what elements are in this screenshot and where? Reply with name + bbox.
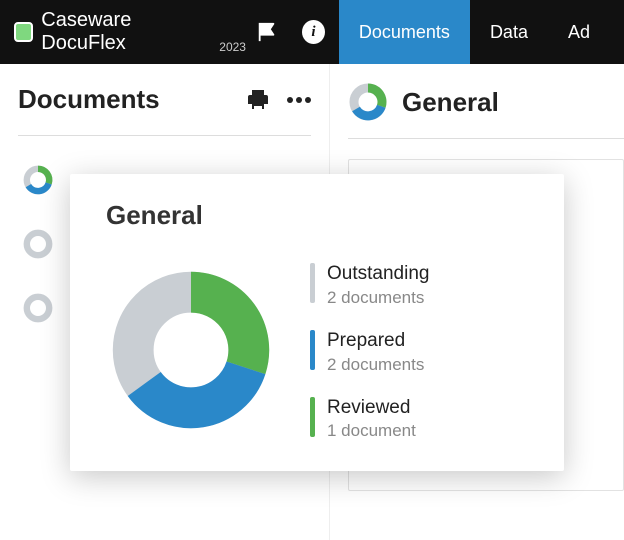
- legend-sub: 1 document: [327, 421, 416, 441]
- tab-data[interactable]: Data: [470, 0, 548, 64]
- main-donut-icon: [348, 82, 388, 122]
- legend-label: Reviewed: [327, 397, 416, 420]
- print-icon[interactable]: [245, 88, 271, 112]
- info-icon[interactable]: i: [302, 20, 325, 44]
- divider: [18, 135, 311, 136]
- legend-color-reviewed: [310, 397, 315, 437]
- group-donut-2[interactable]: [22, 228, 54, 260]
- flag-icon[interactable]: [256, 21, 278, 43]
- legend-sub: 2 documents: [327, 355, 424, 375]
- legend-sub: 2 documents: [327, 288, 429, 308]
- nav-tabs: Documents Data Ad: [339, 0, 610, 64]
- status-donut-chart: [106, 265, 276, 435]
- legend-label: Outstanding: [327, 263, 429, 286]
- legend-color-outstanding: [310, 263, 315, 303]
- legend-item-prepared: Prepared 2 documents: [310, 330, 429, 375]
- tab-documents[interactable]: Documents: [339, 0, 470, 64]
- brand-logo-icon: [14, 22, 33, 42]
- status-popover: General Outstanding 2 documents: [70, 174, 564, 471]
- legend-item-reviewed: Reviewed 1 document: [310, 397, 429, 442]
- brand-year: 2023: [219, 40, 246, 54]
- group-donut-3[interactable]: [22, 292, 54, 324]
- popover-title: General: [106, 200, 534, 231]
- more-icon[interactable]: [287, 97, 311, 103]
- group-donut-general[interactable]: [22, 164, 54, 196]
- legend-item-outstanding: Outstanding 2 documents: [310, 263, 429, 308]
- legend-color-prepared: [310, 330, 315, 370]
- sidebar-title: Documents: [18, 84, 160, 115]
- legend-label: Prepared: [327, 330, 424, 353]
- legend: Outstanding 2 documents Prepared 2 docum…: [310, 259, 429, 441]
- main-title: General: [402, 87, 499, 118]
- top-bar: Caseware DocuFlex 2023 i Documents Data …: [0, 0, 624, 64]
- tab-more[interactable]: Ad: [548, 0, 610, 64]
- brand-name: Caseware DocuFlex: [41, 9, 213, 55]
- main-divider: [348, 138, 624, 139]
